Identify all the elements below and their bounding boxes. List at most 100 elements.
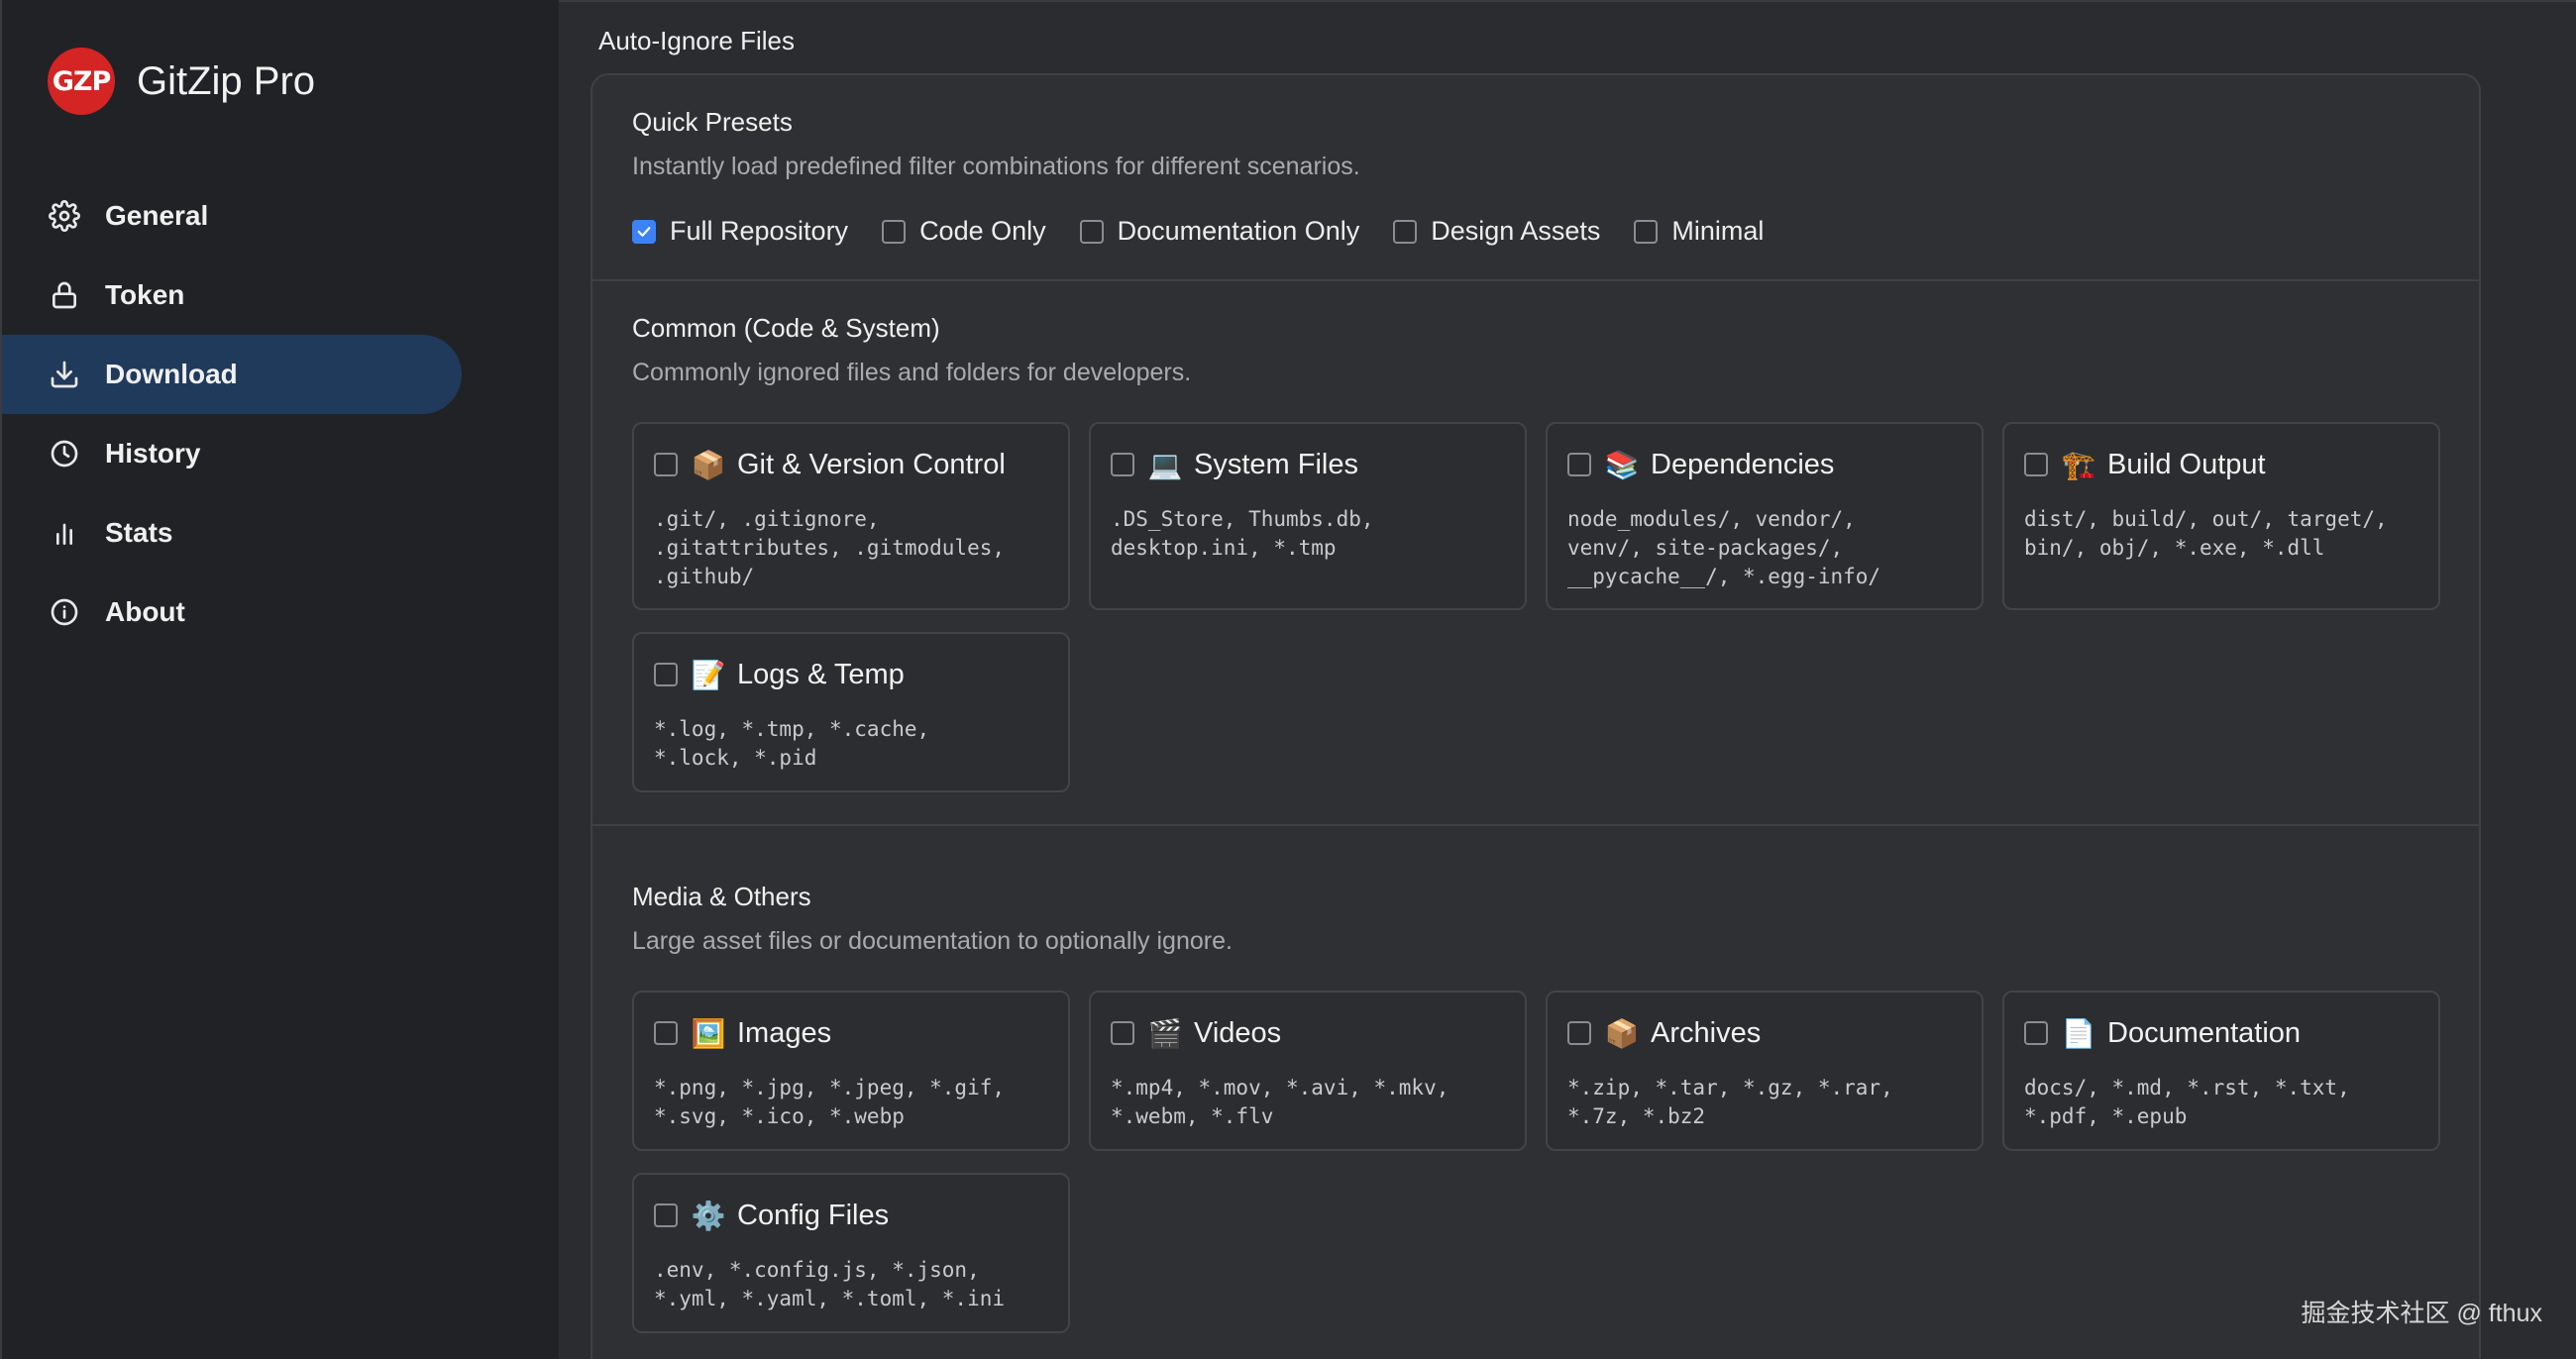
books-icon: 📚 bbox=[1604, 449, 1640, 480]
watermark: 掘金技术社区 @ fthux bbox=[2301, 1300, 2542, 1327]
sidebar-item-label: History bbox=[105, 438, 201, 469]
checkbox[interactable] bbox=[654, 453, 678, 476]
common-description: Commonly ignored files and folders for d… bbox=[632, 359, 1192, 386]
preset-label: Minimal bbox=[1671, 216, 1765, 246]
card-title: Videos bbox=[1194, 1016, 1282, 1049]
package-icon: 📦 bbox=[1604, 1017, 1640, 1049]
lock-icon bbox=[48, 278, 81, 312]
sidebar-item-label: Token bbox=[105, 279, 185, 310]
card-title: Build Output bbox=[2107, 448, 2266, 480]
card-patterns: *.zip, *.tar, *.gz, *.rar, *.7z, *.bz2 bbox=[1567, 1076, 1893, 1128]
preset-documentation-only[interactable]: Documentation Only bbox=[1079, 216, 1360, 247]
presets-description: Instantly load predefined filter combina… bbox=[632, 153, 1360, 180]
preset-full-repository[interactable]: Full Repository bbox=[632, 216, 848, 247]
brand: GZP GitZip Pro bbox=[48, 48, 315, 115]
info-icon bbox=[48, 595, 81, 629]
sidebar-item-label: General bbox=[105, 200, 209, 231]
card-patterns: *.png, *.jpg, *.jpeg, *.gif, *.svg, *.ic… bbox=[654, 1076, 1006, 1128]
sidebar-item-label: Stats bbox=[105, 517, 173, 548]
preset-label: Documentation Only bbox=[1117, 216, 1360, 246]
main-content: Auto-Ignore Files Quick Presets Instantl… bbox=[559, 0, 2576, 1359]
card-title: Archives bbox=[1651, 1016, 1762, 1049]
sidebar-item-stats[interactable]: Stats bbox=[2, 493, 561, 573]
card-patterns: *.log, *.tmp, *.cache, *.lock, *.pid bbox=[654, 717, 930, 770]
filter-card-videos[interactable]: 🎬 Videos *.mp4, *.mov, *.avi, *.mkv, *.w… bbox=[1089, 991, 1527, 1151]
sidebar: GZP GitZip Pro General Token Download Hi… bbox=[0, 0, 559, 1359]
gear-icon: ⚙️ bbox=[691, 1200, 726, 1231]
card-patterns: .git/, .gitignore, .gitattributes, .gitm… bbox=[654, 507, 1006, 588]
card-title: System Files bbox=[1194, 448, 1358, 480]
filter-card-config-files[interactable]: ⚙️ Config Files .env, *.config.js, *.jso… bbox=[632, 1173, 1070, 1333]
card-patterns: *.mp4, *.mov, *.avi, *.mkv, *.webm, *.fl… bbox=[1111, 1076, 1449, 1128]
filter-card-images[interactable]: 🖼️ Images *.png, *.jpg, *.jpeg, *.gif, *… bbox=[632, 991, 1070, 1151]
preset-minimal[interactable]: Minimal bbox=[1634, 216, 1764, 247]
sidebar-item-label: Download bbox=[105, 359, 238, 389]
preset-label: Full Repository bbox=[670, 216, 849, 246]
card-title: Config Files bbox=[737, 1199, 890, 1231]
divider bbox=[592, 279, 2479, 281]
checkbox[interactable] bbox=[1567, 1021, 1591, 1045]
preset-options: Full Repository Code Only Documentation … bbox=[632, 216, 1797, 247]
preset-design-assets[interactable]: Design Assets bbox=[1393, 216, 1600, 247]
card-patterns: dist/, build/, out/, target/, bin/, obj/… bbox=[2024, 507, 2388, 560]
download-icon bbox=[48, 358, 81, 391]
gear-icon bbox=[48, 199, 81, 233]
card-title: Dependencies bbox=[1651, 448, 1835, 480]
sidebar-nav: General Token Download History Stats Abo… bbox=[2, 176, 561, 652]
bar-chart-icon bbox=[48, 516, 81, 550]
preset-code-only[interactable]: Code Only bbox=[882, 216, 1046, 247]
brand-title: GitZip Pro bbox=[137, 58, 316, 103]
sidebar-item-history[interactable]: History bbox=[2, 414, 561, 493]
document-icon: 📄 bbox=[2061, 1017, 2096, 1049]
brand-logo: GZP bbox=[48, 48, 115, 115]
checkbox[interactable] bbox=[882, 219, 907, 244]
card-title: Logs & Temp bbox=[737, 658, 905, 690]
common-title: Common (Code & System) bbox=[632, 313, 940, 343]
clock-icon bbox=[48, 437, 81, 470]
checkbox[interactable] bbox=[2024, 453, 2048, 476]
media-title: Media & Others bbox=[632, 882, 811, 911]
clapper-icon: 🎬 bbox=[1147, 1017, 1183, 1049]
card-patterns: node_modules/, vendor/, venv/, site-pack… bbox=[1567, 507, 1881, 588]
sidebar-item-label: About bbox=[105, 596, 185, 627]
checkbox[interactable] bbox=[654, 1203, 678, 1227]
sidebar-item-general[interactable]: General bbox=[2, 176, 561, 256]
sidebar-item-download[interactable]: Download bbox=[2, 335, 462, 414]
filter-card-git[interactable]: 📦 Git & Version Control .git/, .gitignor… bbox=[632, 422, 1070, 610]
media-description: Large asset files or documentation to op… bbox=[632, 927, 1233, 955]
card-patterns: .env, *.config.js, *.json, *.yml, *.yaml… bbox=[654, 1258, 1006, 1310]
filter-card-logs-temp[interactable]: 📝 Logs & Temp *.log, *.tmp, *.cache, *.l… bbox=[632, 632, 1070, 792]
checkbox[interactable] bbox=[1111, 1021, 1134, 1045]
filter-card-build-output[interactable]: 🏗️ Build Output dist/, build/, out/, tar… bbox=[2002, 422, 2440, 610]
sidebar-item-about[interactable]: About bbox=[2, 573, 561, 652]
settings-panel: Quick Presets Instantly load predefined … bbox=[590, 73, 2481, 1359]
preset-label: Design Assets bbox=[1431, 216, 1601, 246]
checkbox-checked[interactable] bbox=[632, 219, 656, 244]
checkbox[interactable] bbox=[1111, 453, 1134, 476]
card-title: Images bbox=[737, 1016, 832, 1049]
checkbox[interactable] bbox=[2024, 1021, 2048, 1045]
checkbox[interactable] bbox=[654, 663, 678, 686]
memo-icon: 📝 bbox=[691, 659, 726, 690]
construction-icon: 🏗️ bbox=[2061, 449, 2096, 480]
picture-icon: 🖼️ bbox=[691, 1017, 726, 1049]
checkbox[interactable] bbox=[654, 1021, 678, 1045]
checkbox[interactable] bbox=[1634, 219, 1659, 244]
divider bbox=[592, 824, 2479, 826]
filter-card-dependencies[interactable]: 📚 Dependencies node_modules/, vendor/, v… bbox=[1546, 422, 1984, 610]
app-window: GZP GitZip Pro General Token Download Hi… bbox=[0, 0, 2576, 1359]
card-patterns: .DS_Store, Thumbs.db, desktop.ini, *.tmp bbox=[1111, 507, 1374, 560]
card-title: Git & Version Control bbox=[737, 448, 1006, 480]
checkbox[interactable] bbox=[1393, 219, 1418, 244]
page-title: Auto-Ignore Files bbox=[598, 26, 795, 55]
card-patterns: docs/, *.md, *.rst, *.txt, *.pdf, *.epub bbox=[2024, 1076, 2350, 1128]
filter-card-system-files[interactable]: 💻 System Files .DS_Store, Thumbs.db, des… bbox=[1089, 422, 1527, 610]
checkbox[interactable] bbox=[1567, 453, 1591, 476]
filter-card-archives[interactable]: 📦 Archives *.zip, *.tar, *.gz, *.rar, *.… bbox=[1546, 991, 1984, 1151]
package-icon: 📦 bbox=[691, 449, 726, 480]
laptop-icon: 💻 bbox=[1147, 449, 1183, 480]
filter-card-documentation[interactable]: 📄 Documentation docs/, *.md, *.rst, *.tx… bbox=[2002, 991, 2440, 1151]
sidebar-item-token[interactable]: Token bbox=[2, 256, 561, 335]
checkbox[interactable] bbox=[1079, 219, 1104, 244]
card-title: Documentation bbox=[2107, 1016, 2302, 1049]
